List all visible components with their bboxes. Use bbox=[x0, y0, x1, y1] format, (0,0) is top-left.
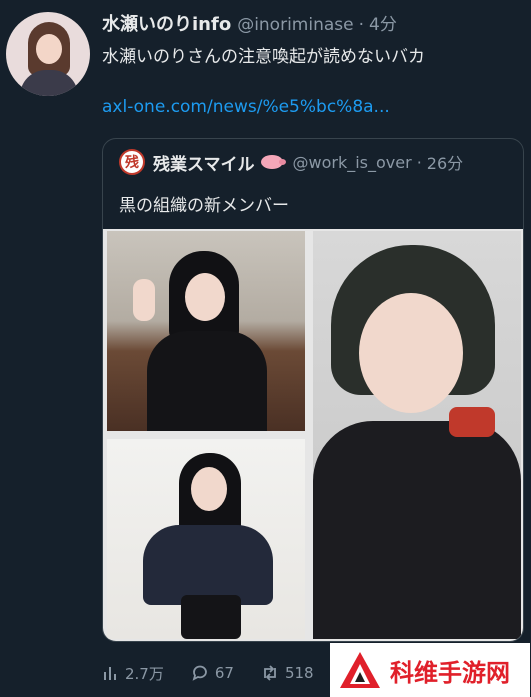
photo-figure bbox=[359, 293, 463, 413]
action-bar: 2.7万 67 518 bbox=[102, 660, 314, 686]
media-photo-1[interactable] bbox=[107, 231, 305, 431]
quoted-avatar[interactable]: 残 bbox=[119, 149, 145, 175]
watermark-logo-icon bbox=[340, 652, 380, 688]
pig-icon bbox=[260, 155, 286, 169]
media-photo-2[interactable] bbox=[107, 439, 305, 639]
tweet-text: 水瀬いのりさんの注意喚起が読めないバカ bbox=[102, 47, 425, 67]
photo-figure bbox=[185, 273, 225, 321]
timestamp[interactable]: 4分 bbox=[369, 10, 397, 35]
watermark: 科维手游网 bbox=[330, 643, 530, 697]
photo-figure bbox=[191, 467, 227, 511]
separator-dot: · bbox=[358, 15, 364, 35]
views-icon bbox=[104, 667, 116, 680]
quoted-display-name[interactable]: 残業スマイル bbox=[153, 150, 255, 175]
watermark-text: 科维手游网 bbox=[390, 658, 510, 687]
photo-figure bbox=[133, 279, 155, 321]
retweet-button[interactable]: 518 bbox=[260, 663, 314, 683]
tweet[interactable]: 水瀬いのりinfo @inoriminase · 4分 水瀬いのりさんの注意喚起… bbox=[0, 0, 531, 697]
photo-figure bbox=[449, 407, 495, 437]
quoted-user-handle[interactable]: @work_is_over bbox=[293, 153, 412, 172]
quoted-tweet-header: 残 残業スマイル @work_is_over · 26分 bbox=[119, 149, 463, 175]
media-grid bbox=[103, 229, 523, 641]
photo-figure bbox=[143, 525, 273, 605]
photo-figure bbox=[147, 331, 267, 431]
reply-count: 67 bbox=[214, 664, 234, 682]
quoted-tweet-text: 黒の組織の新メンバー bbox=[119, 196, 289, 216]
views-button[interactable]: 2.7万 bbox=[102, 663, 164, 684]
media-photo-3[interactable] bbox=[313, 231, 521, 639]
photo-figure bbox=[313, 421, 521, 639]
photo-figure bbox=[181, 595, 241, 639]
reply-icon bbox=[192, 665, 207, 681]
display-name[interactable]: 水瀬いのりinfo bbox=[102, 10, 231, 36]
views-count: 2.7万 bbox=[125, 664, 164, 683]
reply-button[interactable]: 67 bbox=[190, 663, 234, 683]
avatar[interactable] bbox=[6, 12, 90, 96]
tweet-link[interactable]: axl-one.com/news/%e5%bc%8a... bbox=[102, 97, 390, 117]
quoted-timestamp[interactable]: 26分 bbox=[427, 150, 463, 174]
quoted-tweet[interactable]: 残 残業スマイル @work_is_over · 26分 黒の組織の新メンバー bbox=[102, 138, 524, 642]
separator-dot: · bbox=[416, 152, 422, 172]
tweet-header: 水瀬いのりinfo @inoriminase · 4分 bbox=[102, 10, 397, 36]
avatar-body bbox=[20, 70, 78, 96]
retweet-icon bbox=[264, 665, 276, 681]
avatar-face bbox=[36, 34, 62, 64]
user-handle[interactable]: @inoriminase bbox=[237, 15, 353, 35]
retweet-count: 518 bbox=[284, 664, 314, 682]
